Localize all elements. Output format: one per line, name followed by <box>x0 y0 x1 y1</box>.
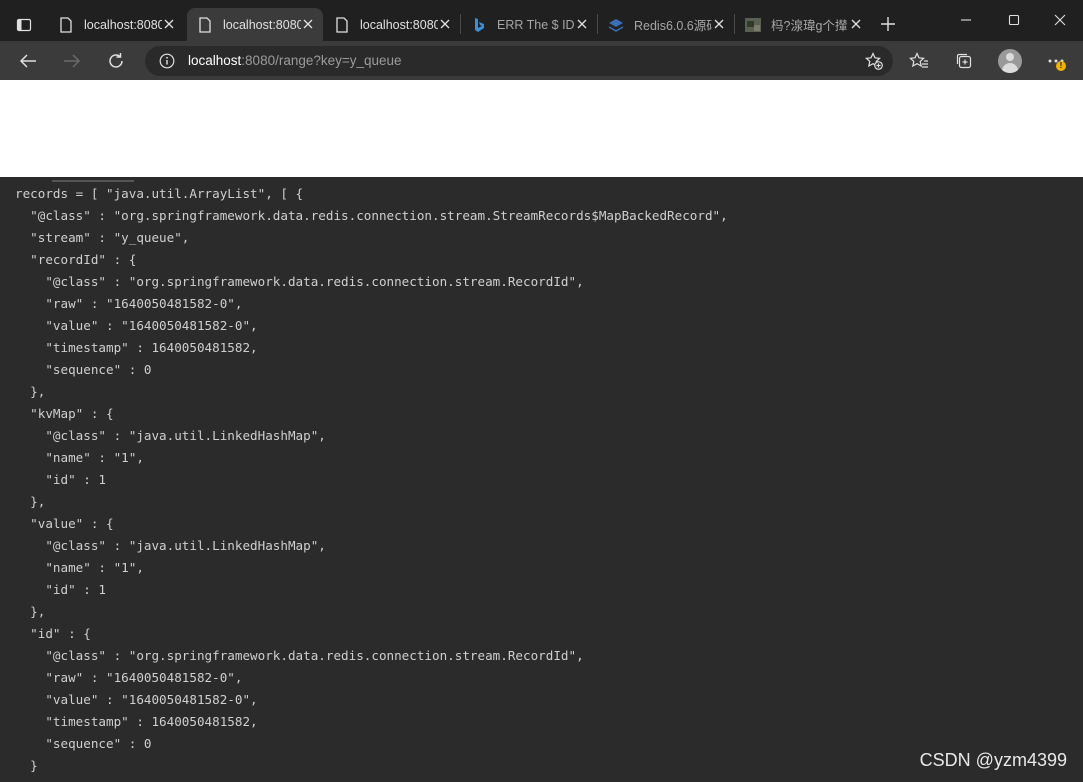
url-rest: :8080/range?key=y_queue <box>241 53 402 68</box>
avatar-head <box>1006 53 1014 61</box>
response-line: } <box>15 758 38 773</box>
response-line: "timestamp" : 1640050481582, <box>15 714 258 729</box>
url-text[interactable]: localhost:8080/range?key=y_queue <box>188 53 402 68</box>
watermark: CSDN @yzm4399 <box>919 750 1067 770</box>
close-tab-icon[interactable] <box>162 17 176 31</box>
minimize-icon <box>961 19 971 21</box>
close-tab-icon[interactable] <box>438 17 452 31</box>
layers-icon <box>608 17 624 33</box>
close-window-button[interactable] <box>1040 6 1080 34</box>
forward-button[interactable] <box>58 47 86 75</box>
avatar-body <box>1002 63 1018 73</box>
minimize-button[interactable] <box>946 6 986 34</box>
close-icon <box>1054 14 1066 26</box>
tab-4[interactable]: ERR The $ ID <box>461 8 597 41</box>
tab-title: localhost:8080/range?key <box>84 17 162 32</box>
tab-5[interactable]: Redis6.0.6源码 <box>598 8 734 41</box>
collections-button[interactable] <box>952 49 976 73</box>
response-line: }, <box>15 494 46 509</box>
page-icon <box>58 16 74 33</box>
response-line: "name" : "1", <box>15 450 144 465</box>
tab-strip: localhost:8080/range?key localhost:8080/… <box>0 0 1083 41</box>
response-line: "sequence" : 0 <box>15 736 152 751</box>
tab-title: Redis6.0.6源码 <box>634 19 712 33</box>
tab-6[interactable]: 杩?湶瑋g个攆 <box>735 8 871 41</box>
favorites-button[interactable] <box>907 49 931 73</box>
add-favorite-icon[interactable] <box>865 52 883 70</box>
response-line: "id" : 1 <box>15 472 106 487</box>
response-line: }, <box>15 384 46 399</box>
address-bar[interactable]: localhost:8080/range?key=y_queue <box>145 46 893 76</box>
response-line: "recordId" : { <box>15 252 137 267</box>
page-white-area <box>0 80 1083 177</box>
close-tab-icon[interactable] <box>575 17 589 31</box>
scroll-indicator <box>52 180 134 182</box>
tab-title: localhost:8080/range?key <box>360 17 438 32</box>
settings-more-button[interactable]: ! <box>1044 49 1068 73</box>
response-line: }, <box>15 604 46 619</box>
refresh-icon <box>109 53 123 68</box>
response-line: "timestamp" : 1640050481582, <box>15 340 258 355</box>
back-button[interactable] <box>14 47 42 75</box>
response-line: "@class" : "java.util.LinkedHashMap", <box>15 538 326 553</box>
close-tab-icon[interactable] <box>712 17 726 31</box>
favorites-icon <box>909 52 928 68</box>
back-arrow-icon <box>19 54 36 68</box>
profile-avatar[interactable] <box>998 49 1022 73</box>
tab-title: 杩?湶瑋g个攆 <box>771 19 848 33</box>
response-line: "kvMap" : { <box>15 406 114 421</box>
browser-toolbar: localhost:8080/range?key=y_queue ! <box>0 41 1083 80</box>
tab-2-active[interactable]: localhost:8080/range?key <box>187 8 323 41</box>
response-line: records = [ "java.util.ArrayList", [ { <box>15 186 304 201</box>
response-line: "@class" : "org.springframework.data.red… <box>15 208 728 223</box>
response-line: "id" : { <box>15 626 91 641</box>
info-icon[interactable] <box>159 53 175 69</box>
tab-title: localhost:8080/range?key <box>223 17 301 32</box>
response-line: "value" : "1640050481582-0", <box>15 318 258 333</box>
page-icon <box>334 16 350 33</box>
plus-icon <box>881 17 895 31</box>
close-tab-icon[interactable] <box>301 17 315 31</box>
forward-arrow-icon <box>64 54 81 68</box>
response-line: "value" : "1640050481582-0", <box>15 692 258 707</box>
response-line: "id" : 1 <box>15 582 106 597</box>
new-tab-button[interactable] <box>876 12 900 36</box>
response-line: "raw" : "1640050481582-0", <box>15 670 243 685</box>
tab-1[interactable]: localhost:8080/range?key <box>48 8 184 41</box>
response-line: "sequence" : 0 <box>15 362 152 377</box>
tab-3[interactable]: localhost:8080/range?key <box>324 8 460 41</box>
tab-title: ERR The $ ID <box>497 17 575 32</box>
response-line: "@class" : "java.util.LinkedHashMap", <box>15 428 326 443</box>
collections-icon <box>956 53 972 69</box>
response-line: "@class" : "org.springframework.data.red… <box>15 648 584 663</box>
tab-actions-icon <box>16 18 32 32</box>
response-line: "value" : { <box>15 516 114 531</box>
response-line: "raw" : "1640050481582-0", <box>15 296 243 311</box>
response-line: "stream" : "y_queue", <box>15 230 190 245</box>
close-tab-icon[interactable] <box>849 17 863 31</box>
refresh-button[interactable] <box>102 47 130 75</box>
tab-actions-button[interactable] <box>8 11 40 39</box>
maximize-button[interactable] <box>994 6 1034 34</box>
image-icon <box>745 17 761 33</box>
update-badge-icon: ! <box>1056 61 1066 71</box>
response-line: "@class" : "org.springframework.data.red… <box>15 274 584 289</box>
maximize-icon <box>1008 14 1020 26</box>
page-icon <box>197 16 213 33</box>
response-text: records = [ "java.util.ArrayList", [ { "… <box>15 183 728 777</box>
bing-icon <box>471 17 487 33</box>
url-host: localhost <box>188 53 242 68</box>
response-line: "name" : "1", <box>15 560 144 575</box>
